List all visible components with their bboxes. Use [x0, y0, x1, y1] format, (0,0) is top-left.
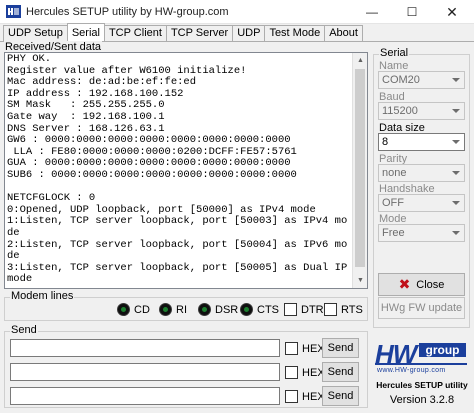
send-button-1[interactable]: Send — [322, 338, 359, 358]
logo-group-text: group — [419, 343, 466, 357]
version-label: Version 3.2.8 — [389, 394, 455, 406]
minimize-button[interactable]: — — [352, 0, 392, 24]
dtr-label: DTR — [301, 303, 324, 316]
cts-label: CTS — [257, 303, 279, 316]
hex-checkbox-3[interactable] — [285, 390, 298, 403]
chevron-down-icon — [452, 201, 460, 205]
port-name-select[interactable]: COM20 — [378, 71, 465, 89]
dsr-lamp-icon — [198, 303, 211, 316]
send-group-label: Send — [10, 324, 38, 336]
chevron-down-icon — [452, 231, 460, 235]
chevron-down-icon — [452, 109, 460, 113]
tab-strip: UDP Setup Serial TCP Client TCP Server U… — [3, 23, 363, 42]
chevron-down-icon — [452, 171, 460, 175]
cd-lamp-icon — [117, 303, 130, 316]
title-bar: Hercules SETUP utility by HW-group.com —… — [0, 0, 474, 24]
tab-serial[interactable]: Serial — [66, 23, 105, 41]
received-data-text: PHY OK. Register value after W6100 initi… — [7, 53, 348, 286]
maximize-button[interactable]: ☐ — [392, 0, 432, 24]
hex-checkbox-2[interactable] — [285, 366, 298, 379]
received-data-scrollbar[interactable]: ▲ ▼ — [352, 53, 367, 288]
modem-lines-label: Modem lines — [10, 290, 75, 302]
rts-checkbox-row[interactable]: RTS — [324, 303, 363, 316]
mode-select[interactable]: Free — [378, 224, 465, 242]
close-port-label: Close — [416, 278, 445, 291]
logo-url-text: www.HW-group.com — [377, 367, 446, 374]
send-input-1[interactable] — [10, 339, 280, 357]
chevron-down-icon — [452, 140, 460, 144]
cd-indicator: CD — [117, 303, 150, 316]
scroll-down-arrow-icon[interactable]: ▼ — [353, 273, 367, 288]
port-name-value: COM20 — [382, 74, 420, 86]
dsr-label: DSR — [215, 303, 239, 316]
send-button-3[interactable]: Send — [322, 386, 359, 406]
rts-label: RTS — [341, 303, 363, 316]
close-window-button[interactable]: ✕ — [432, 0, 472, 24]
handshake-value: OFF — [382, 197, 404, 209]
cts-lamp-icon — [240, 303, 253, 316]
logo-divider — [375, 363, 467, 365]
parity-value: none — [382, 167, 407, 179]
cts-indicator: CTS — [240, 303, 279, 316]
scroll-thumb[interactable] — [355, 69, 365, 267]
send-input-2[interactable] — [10, 363, 280, 381]
chevron-down-icon — [452, 78, 460, 82]
logo-hw-text: HW — [375, 339, 417, 369]
data-size-select[interactable]: 8 — [378, 133, 465, 151]
baud-value: 115200 — [382, 105, 418, 117]
dtr-checkbox-row[interactable]: DTR — [284, 303, 324, 316]
tab-tcp-client[interactable]: TCP Client — [103, 25, 167, 41]
ri-lamp-icon — [159, 303, 172, 316]
tab-udp-setup[interactable]: UDP Setup — [3, 25, 68, 41]
hex-checkbox-row-2[interactable]: HEX — [285, 366, 325, 379]
received-data-textarea[interactable]: PHY OK. Register value after W6100 initi… — [4, 52, 368, 289]
hex-checkbox-row-1[interactable]: HEX — [285, 342, 325, 355]
mode-value: Free — [382, 227, 405, 239]
ri-indicator: RI — [159, 303, 187, 316]
hex-checkbox-1[interactable] — [285, 342, 298, 355]
ri-label: RI — [176, 303, 187, 316]
cd-label: CD — [134, 303, 150, 316]
tab-udp[interactable]: UDP — [232, 25, 266, 41]
hercules-app-icon — [6, 5, 21, 18]
tab-about[interactable]: About — [324, 25, 363, 41]
hwg-fw-update-button[interactable]: HWg FW update — [378, 297, 465, 319]
hex-checkbox-row-3[interactable]: HEX — [285, 390, 325, 403]
parity-select[interactable]: none — [378, 164, 465, 182]
window-title: Hercules SETUP utility by HW-group.com — [26, 6, 229, 18]
dtr-checkbox[interactable] — [284, 303, 297, 316]
serial-group-label: Serial — [379, 47, 410, 59]
send-button-2[interactable]: Send — [322, 362, 359, 382]
scroll-up-arrow-icon[interactable]: ▲ — [353, 53, 367, 68]
product-name: Hercules SETUP utility — [376, 380, 468, 390]
rts-checkbox[interactable] — [324, 303, 337, 316]
close-port-button[interactable]: ✖ Close — [378, 273, 465, 296]
data-size-value: 8 — [382, 136, 389, 148]
send-input-3[interactable] — [10, 387, 280, 405]
handshake-select[interactable]: OFF — [378, 194, 465, 212]
close-x-icon: ✖ — [398, 276, 411, 293]
dsr-indicator: DSR — [198, 303, 238, 316]
tab-tcp-server[interactable]: TCP Server — [165, 25, 234, 41]
baud-select[interactable]: 115200 — [378, 102, 465, 120]
tab-test-mode[interactable]: Test Mode — [264, 25, 326, 41]
